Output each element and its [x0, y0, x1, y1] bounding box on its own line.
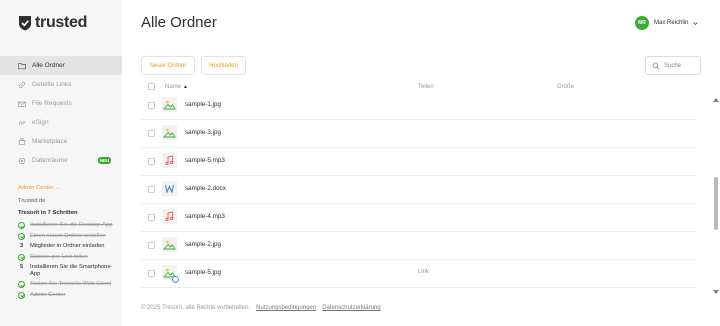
- esign-icon: [18, 120, 26, 125]
- sidebar-item-label: Datenräume: [32, 157, 68, 164]
- scrollbar[interactable]: [713, 98, 719, 294]
- folder-icon: [18, 62, 26, 69]
- page-title: Alle Ordner: [141, 14, 217, 31]
- check-circle-icon: [18, 291, 25, 299]
- audio-file-icon: [162, 209, 177, 224]
- column-header-size[interactable]: Größe: [557, 84, 574, 90]
- admin-center-link[interactable]: Admin Center →: [18, 185, 61, 191]
- onboarding-step[interactable]: Dateien per Link teilen: [18, 253, 118, 261]
- sidebar-item-marketplace[interactable]: Marketplace: [0, 132, 122, 151]
- image-file-icon: [162, 237, 177, 252]
- datarooms-icon: [18, 157, 26, 164]
- column-header-share: Teilen: [418, 84, 434, 90]
- file-name[interactable]: sample-2.jpg: [185, 241, 221, 248]
- step-number: 5: [19, 264, 24, 270]
- search-placeholder: Suche: [664, 62, 682, 69]
- organization-name: Trusted.de: [18, 198, 46, 204]
- sidebar-item-label: Alle Ordner: [32, 62, 65, 69]
- word-file-icon: [162, 181, 177, 196]
- file-name[interactable]: sample-4.mp3: [185, 213, 225, 220]
- file-name[interactable]: sample-5.jpg: [185, 269, 221, 276]
- user-menu[interactable]: MR Max Reichlin: [635, 16, 698, 30]
- onboarding-step[interactable]: Admin Center: [18, 291, 118, 299]
- select-all-checkbox[interactable]: [148, 83, 155, 90]
- file-name[interactable]: sample-1.jpg: [185, 101, 221, 108]
- row-checkbox[interactable]: [148, 242, 155, 249]
- sidebar-item-label: Geteilte Links: [32, 81, 72, 88]
- share-status[interactable]: Link: [418, 269, 429, 275]
- table-row[interactable]: sample-4.mp3: [141, 204, 696, 232]
- table-row[interactable]: sample-1.jpg: [141, 95, 696, 120]
- step-number: 3: [19, 243, 24, 249]
- file-list: sample-1.jpg sample-3.jpg sample-5.mp3 s…: [141, 95, 696, 296]
- sidebar-item-label: File Requests: [32, 100, 72, 107]
- check-circle-icon: [18, 281, 25, 288]
- file-name[interactable]: sample-2.docx: [185, 185, 226, 192]
- table-row[interactable]: sample-5.jpg Link: [141, 260, 696, 288]
- sidebar: trusted Alle Ordner Geteilte Links File …: [0, 0, 122, 326]
- onboarding-title: Tresorit in 7 Schritten: [18, 210, 78, 216]
- image-file-icon: [162, 97, 177, 112]
- file-name[interactable]: sample-3.jpg: [185, 129, 221, 136]
- check-circle-icon: [18, 222, 25, 229]
- sidebar-item-file-requests[interactable]: File Requests: [0, 94, 122, 113]
- onboarding-step[interactable]: Testen Sie Tresorits Web-Client: [18, 281, 118, 288]
- sort-ascending-icon: ▲: [183, 84, 188, 90]
- onboarding-step[interactable]: 3 Mitglieder in Ordner einladen: [18, 243, 118, 250]
- file-request-icon: [18, 101, 26, 107]
- image-file-icon: [162, 125, 177, 140]
- scroll-up-arrow-icon[interactable]: [713, 98, 719, 102]
- shared-link-icon: [172, 276, 179, 283]
- shield-logo-icon: [19, 16, 31, 31]
- onboarding-step[interactable]: Einen neuen Ordner erstellen: [18, 232, 118, 240]
- row-checkbox[interactable]: [148, 186, 155, 193]
- onboarding-step[interactable]: Installieren Sie die Desktop-App: [18, 222, 118, 229]
- terms-link[interactable]: Nutzungsbedingungen: [256, 305, 316, 311]
- onboarding-steps: Installieren Sie die Desktop-App Einen n…: [18, 222, 118, 302]
- audio-file-icon: [162, 153, 177, 168]
- logo-text: trusted: [35, 14, 88, 31]
- sidebar-nav: Alle Ordner Geteilte Links File Requests…: [0, 56, 122, 170]
- logo[interactable]: trusted: [18, 14, 87, 32]
- table-row[interactable]: sample-3.jpg: [141, 120, 696, 148]
- scrollbar-thumb[interactable]: [714, 177, 718, 230]
- table-header: Name ▲ Teilen Größe: [141, 81, 696, 95]
- link-icon: [18, 81, 26, 88]
- scroll-down-arrow-icon[interactable]: [713, 290, 719, 294]
- sidebar-item-label: eSign: [32, 119, 49, 126]
- check-circle-icon: [18, 232, 25, 240]
- onboarding-step[interactable]: 5 Installieren Sie die Smartphone-App: [18, 264, 118, 277]
- sidebar-item-esign[interactable]: eSign: [0, 113, 122, 132]
- row-checkbox[interactable]: [148, 158, 155, 165]
- user-name: Max Reichlin: [654, 20, 689, 26]
- file-name[interactable]: sample-5.mp3: [185, 157, 225, 164]
- marketplace-icon: [18, 137, 26, 145]
- row-checkbox[interactable]: [148, 214, 155, 221]
- table-row[interactable]: sample-5.mp3: [141, 148, 696, 176]
- sidebar-item-datenraeume[interactable]: Datenräume NEU: [0, 151, 122, 170]
- sidebar-item-alle-ordner[interactable]: Alle Ordner: [0, 56, 122, 75]
- avatar: MR: [635, 16, 649, 30]
- chevron-down-icon: [693, 21, 698, 25]
- sidebar-item-label: Marketplace: [32, 138, 68, 145]
- check-circle-icon: [18, 253, 25, 261]
- table-row[interactable]: sample-2.docx: [141, 176, 696, 204]
- row-checkbox[interactable]: [148, 102, 155, 109]
- footer: © 2025 Tresorit, alle Rechte vorbehalten…: [141, 305, 381, 311]
- row-checkbox[interactable]: [148, 130, 155, 137]
- upload-button[interactable]: Hochladen: [201, 56, 246, 75]
- copyright-text: © 2025 Tresorit, alle Rechte vorbehalten…: [141, 305, 251, 311]
- sidebar-item-geteilte-links[interactable]: Geteilte Links: [0, 75, 122, 94]
- search-icon: [652, 62, 660, 69]
- column-header-name[interactable]: Name ▲: [165, 84, 188, 90]
- privacy-link[interactable]: Datenschutzerklärung: [322, 305, 380, 311]
- table-row[interactable]: sample-2.jpg: [141, 232, 696, 260]
- new-folder-button[interactable]: Neuer Ordner: [141, 56, 195, 75]
- new-badge: NEU: [97, 157, 112, 164]
- row-checkbox[interactable]: [148, 270, 155, 277]
- search-input[interactable]: Suche: [645, 56, 701, 75]
